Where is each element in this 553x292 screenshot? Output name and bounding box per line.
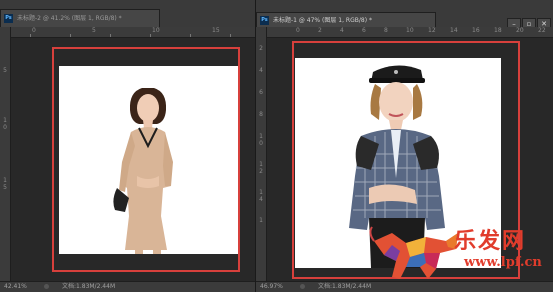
site-watermark: 乐发网 www.lpf.cn bbox=[366, 223, 551, 281]
right-vertical-ruler: 2 4 6 8 1 0 1 2 1 4 1 bbox=[256, 27, 267, 282]
left-vertical-ruler: 5 1 0 1 5 bbox=[0, 27, 11, 282]
ruler-label: 1 bbox=[259, 161, 263, 168]
ruler-label: 10 bbox=[406, 27, 414, 34]
right-horizontal-ruler: 0 2 4 6 8 10 12 14 16 18 20 22 bbox=[266, 27, 553, 38]
ruler-label: 4 bbox=[340, 27, 344, 34]
left-status-bar: 42.41% 文档:1.83M/2.44M bbox=[0, 281, 255, 292]
ruler-label: 4 bbox=[259, 196, 263, 203]
ruler-label: 1 bbox=[259, 189, 263, 196]
left-horizontal-ruler: 0 5 10 15 bbox=[10, 27, 255, 38]
photoshop-icon: Ps bbox=[4, 14, 13, 23]
left-tab-bar: Ps 未标题-2 @ 41.2% (图层 1, RGB/8) * bbox=[0, 0, 255, 28]
ruler-label: 6 bbox=[259, 89, 263, 96]
ruler-label: 16 bbox=[472, 27, 480, 34]
right-tab-bar: Ps 未标题-1 @ 47% (图层 1, RGB/8) * – ▫ ✕ bbox=[256, 0, 553, 30]
left-document-window: Ps 未标题-2 @ 41.2% (图层 1, RGB/8) * 0 5 10 … bbox=[0, 0, 255, 292]
ruler-label: 10 bbox=[152, 27, 160, 34]
ruler-label: 6 bbox=[362, 27, 366, 34]
status-menu-icon[interactable] bbox=[300, 284, 305, 289]
ruler-label: 15 bbox=[212, 27, 220, 34]
ruler-label: 8 bbox=[384, 27, 388, 34]
left-canvas-area[interactable] bbox=[11, 38, 255, 282]
watermark-url: www.lpf.cn bbox=[464, 255, 542, 270]
ruler-label: 1 bbox=[3, 177, 7, 184]
right-zoom-level[interactable]: 46.97% bbox=[260, 282, 283, 292]
ruler-label: 5 bbox=[92, 27, 96, 34]
bull-logo-icon bbox=[369, 226, 458, 279]
ruler-label: 2 bbox=[259, 45, 263, 52]
ruler-label: 8 bbox=[259, 111, 263, 118]
left-doc-info: 文档:1.83M/2.44M bbox=[62, 283, 116, 290]
ruler-label: 0 bbox=[259, 140, 263, 147]
ruler-label: 12 bbox=[428, 27, 436, 34]
left-selection-box bbox=[52, 47, 240, 272]
ruler-label: 1 bbox=[259, 217, 263, 224]
ruler-label: 0 bbox=[32, 27, 36, 34]
photoshop-icon: Ps bbox=[260, 16, 269, 25]
ruler-label: 0 bbox=[296, 27, 300, 34]
left-tab-title: 未标题-2 @ 41.2% (图层 1, RGB/8) * bbox=[17, 15, 122, 22]
ruler-label: 20 bbox=[516, 27, 524, 34]
ruler-label: 5 bbox=[3, 184, 7, 191]
ruler-label: 2 bbox=[318, 27, 322, 34]
watermark-title: 乐发网 bbox=[454, 228, 527, 254]
ruler-label: 2 bbox=[259, 168, 263, 175]
ruler-label: 22 bbox=[538, 27, 546, 34]
window-controls: – ▫ ✕ bbox=[506, 11, 551, 30]
ruler-label: 4 bbox=[259, 67, 263, 74]
ruler-label: 1 bbox=[3, 117, 7, 124]
right-tab-title: 未标题-1 @ 47% (图层 1, RGB/8) * bbox=[273, 17, 372, 24]
ruler-label: 18 bbox=[494, 27, 502, 34]
ruler-label: 0 bbox=[3, 124, 7, 131]
right-document-tab[interactable]: Ps 未标题-1 @ 47% (图层 1, RGB/8) * bbox=[256, 12, 436, 27]
status-menu-icon[interactable] bbox=[44, 284, 49, 289]
right-status-bar: 46.97% 文档:1.83M/2.44M bbox=[256, 281, 553, 292]
right-doc-info: 文档:1.83M/2.44M bbox=[318, 283, 372, 290]
left-document-tab[interactable]: Ps 未标题-2 @ 41.2% (图层 1, RGB/8) * bbox=[0, 9, 160, 27]
ruler-label: 1 bbox=[259, 133, 263, 140]
left-zoom-level[interactable]: 42.41% bbox=[4, 282, 27, 292]
ruler-label: 14 bbox=[450, 27, 458, 34]
ruler-label: 5 bbox=[3, 67, 7, 74]
